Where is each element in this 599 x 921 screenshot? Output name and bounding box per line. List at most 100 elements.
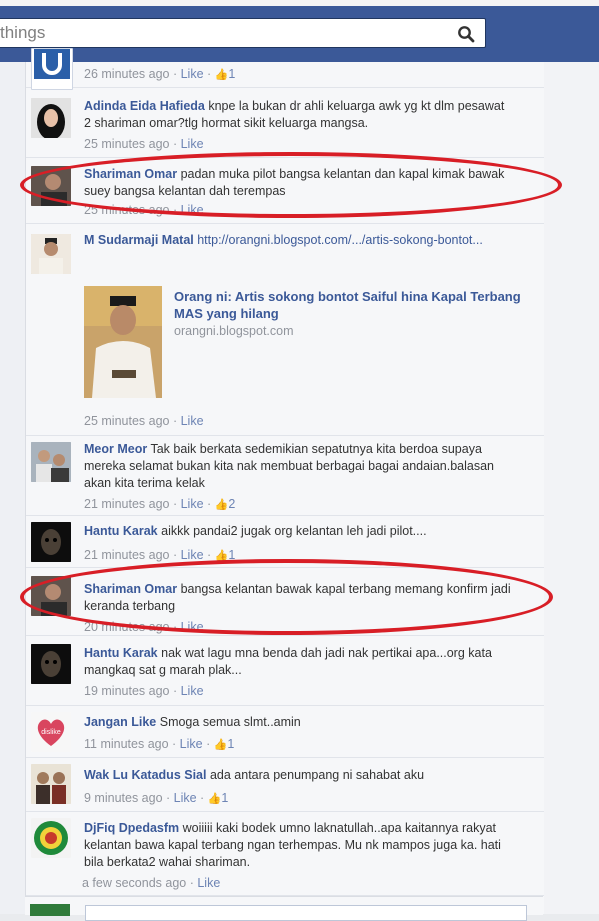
comment-body: Adinda Eida Hafieda knpe la bukan dr ahl…: [84, 98, 514, 132]
right-gutter: [543, 62, 599, 914]
comment: 26 minutes ago · Like · 👍1: [26, 48, 544, 90]
comment-body: Shariman Omar padan muka pilot bangsa ke…: [84, 166, 514, 200]
search-icon[interactable]: [457, 25, 475, 43]
comment-meta: 21 minutes ago · Like · 👍1: [84, 548, 236, 562]
commenter-name[interactable]: Meor Meor: [84, 442, 147, 456]
svg-text:dislike: dislike: [41, 729, 61, 736]
avatar[interactable]: [31, 98, 71, 138]
link-preview-image[interactable]: [84, 286, 162, 398]
like-count[interactable]: 2: [228, 497, 235, 511]
timestamp[interactable]: 11 minutes ago: [84, 737, 169, 751]
like-link[interactable]: Like: [181, 620, 204, 634]
thumbs-up-icon[interactable]: 👍: [208, 793, 222, 805]
comment: M Sudarmaji Matal http://orangni.blogspo…: [26, 224, 544, 436]
timestamp[interactable]: 25 minutes ago: [84, 414, 169, 428]
commenter-name[interactable]: Hantu Karak: [84, 524, 158, 538]
search-box[interactable]: [0, 18, 486, 48]
thumbs-up-icon[interactable]: 👍: [215, 69, 229, 81]
comment-body: Meor Meor Tak baik berkata sedemikian se…: [84, 441, 514, 492]
comment-meta: 25 minutes ago · Like: [84, 203, 204, 217]
comment: DjFiq Dpedasfm woiiiii kaki bodek umno l…: [26, 812, 544, 896]
comment-meta: 25 minutes ago · Like: [84, 137, 204, 151]
comment: Hantu Karak nak wat lagu mna benda dah j…: [26, 636, 544, 706]
timestamp[interactable]: 25 minutes ago: [84, 137, 169, 151]
reply-box: [25, 896, 543, 921]
top-bar: [0, 0, 599, 62]
avatar[interactable]: [31, 48, 73, 90]
search-input[interactable]: [0, 23, 440, 43]
comment-meta: 20 minutes ago · Like: [84, 620, 204, 634]
timestamp[interactable]: 25 minutes ago: [84, 203, 169, 217]
comment-body: Wak Lu Katadus Sial ada antara penumpang…: [84, 767, 514, 784]
commenter-name[interactable]: Wak Lu Katadus Sial: [84, 768, 206, 782]
like-count[interactable]: 1: [228, 548, 235, 562]
commenter-name[interactable]: Adinda Eida Hafieda: [84, 99, 205, 113]
comment: dislike Jangan Like Smoga semua slmt..am…: [26, 706, 544, 758]
comment-body: Shariman Omar bangsa kelantan bawak kapa…: [84, 581, 514, 615]
comment-body: DjFiq Dpedasfm woiiiii kaki bodek umno l…: [84, 820, 514, 871]
comment-meta: 9 minutes ago · Like · 👍1: [84, 791, 229, 805]
timestamp[interactable]: 21 minutes ago: [84, 497, 169, 511]
like-link[interactable]: Like: [181, 497, 204, 511]
commenter-name[interactable]: Jangan Like: [84, 715, 156, 729]
avatar[interactable]: [31, 442, 71, 482]
link-preview-host: orangni.blogspot.com: [174, 324, 294, 338]
avatar[interactable]: [31, 644, 71, 684]
commenter-name[interactable]: Hantu Karak: [84, 646, 158, 660]
comment-meta: a few seconds ago · Like: [82, 876, 221, 890]
avatar[interactable]: [31, 166, 71, 206]
like-link[interactable]: Like: [197, 876, 220, 890]
like-link[interactable]: Like: [174, 791, 197, 805]
comment-body: Jangan Like Smoga semua slmt..amin: [84, 714, 514, 731]
commenter-name[interactable]: DjFiq Dpedasfm: [84, 821, 179, 835]
comment-meta: 26 minutes ago · Like · 👍1: [84, 67, 236, 81]
comment: Meor Meor Tak baik berkata sedemikian se…: [26, 436, 544, 516]
comment-text: aikkk pandai2 jugak org kelantan leh jad…: [161, 524, 427, 538]
timestamp[interactable]: 9 minutes ago: [84, 791, 163, 805]
like-link[interactable]: Like: [181, 203, 204, 217]
like-link[interactable]: Like: [181, 414, 204, 428]
avatar[interactable]: [31, 522, 71, 562]
commenter-name[interactable]: M Sudarmaji Matal: [84, 233, 194, 247]
comment-meta: 25 minutes ago · Like: [84, 414, 204, 428]
shared-link[interactable]: http://orangni.blogspot.com/.../artis-so…: [197, 233, 483, 247]
commenter-name[interactable]: Shariman Omar: [84, 167, 177, 181]
like-link[interactable]: Like: [181, 67, 204, 81]
like-link[interactable]: Like: [181, 684, 204, 698]
comment-feed: 26 minutes ago · Like · 👍1 Adinda Eida H…: [25, 48, 544, 914]
comment: Shariman Omar bangsa kelantan bawak kapa…: [26, 568, 544, 636]
avatar[interactable]: [31, 764, 71, 804]
like-count[interactable]: 1: [221, 791, 228, 805]
comment-meta: 11 minutes ago · Like · 👍1: [84, 737, 235, 751]
like-link[interactable]: Like: [181, 137, 204, 151]
timestamp[interactable]: 26 minutes ago: [84, 67, 169, 81]
timestamp[interactable]: 20 minutes ago: [84, 620, 169, 634]
comment-input[interactable]: [85, 905, 527, 921]
like-count[interactable]: 1: [227, 737, 234, 751]
avatar[interactable]: [31, 234, 71, 274]
link-preview-title[interactable]: Orang ni: Artis sokong bontot Saiful hin…: [174, 288, 524, 322]
like-link[interactable]: Like: [180, 737, 203, 751]
comment-text: ada antara penumpang ni sahabat aku: [209, 768, 425, 782]
thumbs-up-icon[interactable]: 👍: [215, 550, 229, 562]
timestamp[interactable]: 21 minutes ago: [84, 548, 169, 562]
comment-body: Hantu Karak nak wat lagu mna benda dah j…: [84, 645, 514, 679]
avatar: [30, 904, 70, 916]
avatar[interactable]: [31, 576, 71, 616]
comment: Wak Lu Katadus Sial ada antara penumpang…: [26, 758, 544, 812]
commenter-name[interactable]: Shariman Omar: [84, 582, 177, 596]
comment-body: Hantu Karak aikkk pandai2 jugak org kela…: [84, 523, 514, 540]
comment-body: M Sudarmaji Matal http://orangni.blogspo…: [84, 232, 514, 249]
thumbs-up-icon[interactable]: 👍: [215, 499, 229, 511]
timestamp[interactable]: a few seconds ago: [82, 876, 186, 890]
like-link[interactable]: Like: [181, 548, 204, 562]
timestamp[interactable]: 19 minutes ago: [84, 684, 169, 698]
comment-meta: 21 minutes ago · Like · 👍2: [84, 497, 236, 511]
comment-text: Smoga semua slmt..amin: [159, 715, 301, 729]
thumbs-up-icon[interactable]: 👍: [214, 739, 228, 751]
avatar[interactable]: [31, 818, 71, 858]
comment: Hantu Karak aikkk pandai2 jugak org kela…: [26, 516, 544, 568]
avatar[interactable]: dislike: [31, 712, 71, 752]
like-count[interactable]: 1: [228, 67, 235, 81]
comment-meta: 19 minutes ago · Like: [84, 684, 204, 698]
